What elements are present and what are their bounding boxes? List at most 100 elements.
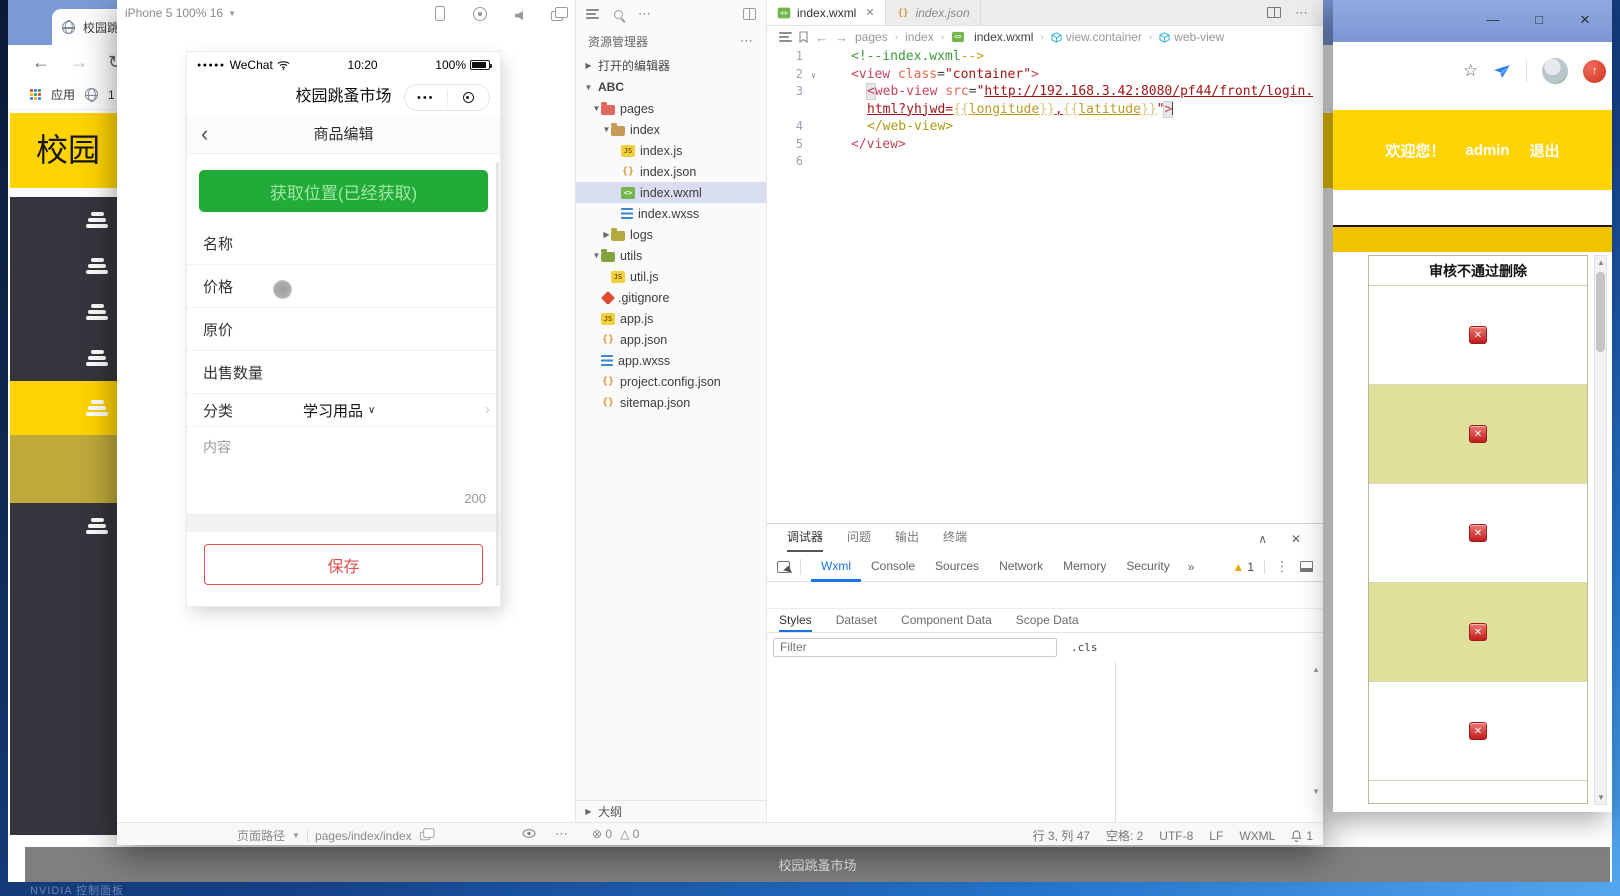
tab-index-wxml[interactable]: <> index.wxml ✕ <box>767 0 886 25</box>
save-button[interactable]: 保存 <box>204 544 483 585</box>
form-field-row[interactable]: 原价 <box>187 308 500 351</box>
split-editor-icon[interactable] <box>743 8 756 20</box>
delete-button[interactable]: ✕ <box>1469 326 1487 344</box>
status-segment[interactable]: 空格: 2 <box>1106 827 1143 844</box>
debugger-tab-问题[interactable]: 问题 <box>847 528 871 552</box>
bookmark-icon[interactable] <box>799 31 808 43</box>
tab-index-json[interactable]: {} index.json <box>886 0 981 25</box>
more-tabs-icon[interactable]: » <box>1180 560 1203 574</box>
bookmark-label[interactable]: 1 <box>108 88 115 102</box>
debugger-tab-输出[interactable]: 输出 <box>895 528 919 552</box>
scroll-up-icon[interactable]: ▲ <box>1597 258 1605 267</box>
devtools-tab-security[interactable]: Security <box>1116 551 1179 582</box>
breadcrumb-item[interactable]: index <box>905 30 934 44</box>
exit-miniapp-button[interactable] <box>448 92 490 103</box>
styles-tab-scope-data[interactable]: Scope Data <box>1016 609 1079 632</box>
tree-item-app-wxss[interactable]: app.wxss <box>576 350 766 371</box>
tree-item-util-js[interactable]: JSutil.js <box>576 266 766 287</box>
page-path-value[interactable]: pages/index/index <box>315 829 412 843</box>
devtools-tab-sources[interactable]: Sources <box>925 551 989 582</box>
record-icon[interactable] <box>473 7 487 24</box>
filter-input[interactable] <box>773 638 1057 657</box>
sidebar-item[interactable] <box>10 435 117 503</box>
styles-tab-styles[interactable]: Styles <box>779 609 812 632</box>
tree-item-index[interactable]: ▼index <box>576 119 766 140</box>
problems-summary[interactable]: ⊗ 0 △ 0 <box>592 827 639 841</box>
tree-item-index-json[interactable]: {}index.json <box>576 161 766 182</box>
more-icon[interactable]: ⋯ <box>638 6 652 22</box>
outline-section[interactable]: ▶ 大纲 <box>576 800 766 822</box>
breadcrumb-item[interactable]: <>index.wxml <box>951 30 1033 44</box>
inspect-element-icon[interactable] <box>777 561 790 573</box>
devtools-tab-memory[interactable]: Memory <box>1053 551 1116 582</box>
copy-path-icon[interactable] <box>420 831 430 840</box>
fold-arrow-icon[interactable]: ∨ <box>811 67 816 85</box>
sidebar-item[interactable] <box>10 335 117 381</box>
open-editors-section[interactable]: ▶ 打开的编辑器 <box>576 54 766 76</box>
outline-menu-icon[interactable] <box>779 32 792 42</box>
minimize-button[interactable]: — <box>1483 12 1503 27</box>
devtools-tab-console[interactable]: Console <box>861 551 925 582</box>
tree-item-index-wxml[interactable]: <>index.wxml <box>576 182 766 203</box>
get-location-button[interactable]: 获取位置(已经获取) <box>199 170 488 212</box>
speaker-icon[interactable] <box>515 9 523 23</box>
apps-grid-icon[interactable] <box>30 89 41 100</box>
delete-button[interactable]: ✕ <box>1469 524 1487 542</box>
debugger-tab-终端[interactable]: 终端 <box>943 528 967 552</box>
bookmark-favicon-icon[interactable] <box>85 88 98 101</box>
scroll-up-icon[interactable]: ▲ <box>1312 665 1320 674</box>
tree-item-pages[interactable]: ▼pages <box>576 98 766 119</box>
breadcrumb-item[interactable]: web-view <box>1159 30 1224 44</box>
search-icon[interactable] <box>614 10 623 19</box>
cls-toggle[interactable]: .cls <box>1071 641 1098 654</box>
delete-button[interactable]: ✕ <box>1469 722 1487 740</box>
tree-item-project-config-json[interactable]: {}project.config.json <box>576 371 766 392</box>
nav-forward-icon[interactable]: → <box>835 30 848 45</box>
sidebar-item[interactable] <box>10 289 117 335</box>
sidebar-item[interactable] <box>10 381 117 435</box>
form-field-row[interactable]: 出售数量 <box>187 351 500 394</box>
status-segment[interactable]: LF <box>1209 829 1223 843</box>
close-button[interactable]: ✕ <box>1575 12 1595 28</box>
tree-item-index-js[interactable]: JSindex.js <box>576 140 766 161</box>
breadcrumb-item[interactable]: pages <box>855 30 888 44</box>
bookmark-star-icon[interactable]: ☆ <box>1463 61 1478 81</box>
devtools-tab-wxml[interactable]: Wxml <box>811 551 861 582</box>
page-scrollbar[interactable]: ▲ ▼ <box>1594 255 1607 805</box>
list-menu-icon[interactable] <box>586 9 599 19</box>
code-editor[interactable]: 1<!--index.wxml-->2∨<view class="contain… <box>767 48 1323 523</box>
status-segment[interactable]: UTF-8 <box>1159 829 1193 843</box>
warning-badge[interactable]: ▲ 1 <box>1232 560 1254 574</box>
sidebar-item[interactable] <box>10 503 117 549</box>
devtools-tab-network[interactable]: Network <box>989 551 1053 582</box>
device-frame-icon[interactable] <box>435 6 445 24</box>
editor-more-icon[interactable]: ⋯ <box>1295 5 1309 21</box>
scroll-down-icon[interactable]: ▼ <box>1597 793 1605 802</box>
explorer-more-icon[interactable]: ⋯ <box>740 33 754 49</box>
apps-label[interactable]: 应用 <box>51 86 75 103</box>
scroll-thumb[interactable] <box>1596 272 1605 352</box>
styles-tab-component-data[interactable]: Component Data <box>901 609 992 632</box>
delete-button[interactable]: ✕ <box>1469 425 1487 443</box>
debugger-tab-调试器[interactable]: 调试器 <box>787 528 823 552</box>
split-editor-icon[interactable] <box>1267 7 1281 18</box>
page-path-label[interactable]: 页面路径 <box>237 827 285 844</box>
forward-icon[interactable]: → <box>70 52 88 73</box>
category-select[interactable]: 学习用品 ∨ <box>303 400 375 421</box>
notification-bell[interactable]: 1 <box>1291 829 1313 843</box>
update-button[interactable]: ↑ <box>1583 60 1606 83</box>
taskbar-window-label[interactable]: NVIDIA 控制面板 <box>30 882 124 896</box>
maximize-button[interactable]: □ <box>1529 12 1549 27</box>
tree-item-logs[interactable]: ▶logs <box>576 224 766 245</box>
tree-item-sitemap-json[interactable]: {}sitemap.json <box>576 392 766 413</box>
content-textarea[interactable]: 内容 200 <box>187 426 500 514</box>
multi-window-icon[interactable] <box>551 10 563 24</box>
phone-scrollbar[interactable] <box>496 162 499 586</box>
tree-item--gitignore[interactable]: .gitignore <box>576 287 766 308</box>
console-drawer-icon[interactable] <box>1300 561 1313 572</box>
tree-item-app-js[interactable]: JSapp.js <box>576 308 766 329</box>
sidebar-item[interactable] <box>10 197 117 243</box>
breadcrumb-item[interactable]: view.container <box>1051 30 1142 44</box>
logout-link[interactable]: 退出 <box>1530 140 1560 161</box>
extension-bird-icon[interactable] <box>1493 64 1511 79</box>
